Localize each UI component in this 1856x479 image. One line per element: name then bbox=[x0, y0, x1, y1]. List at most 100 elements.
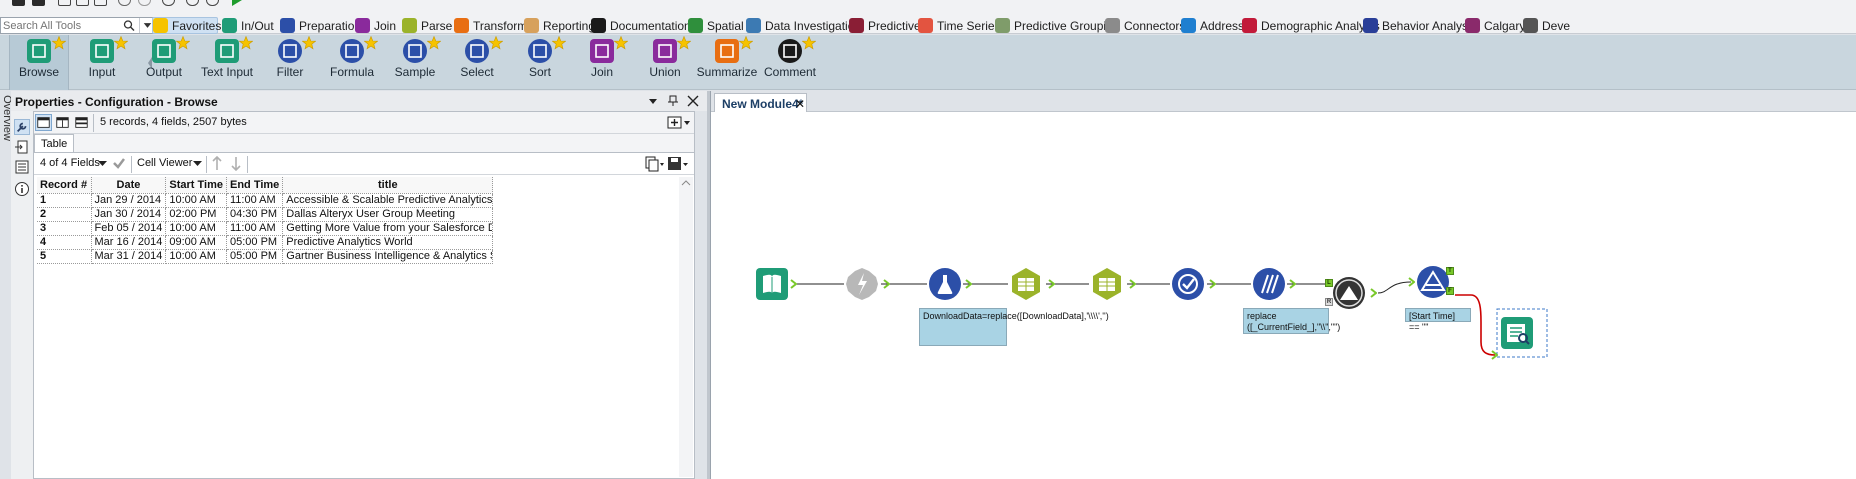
copy-icon[interactable] bbox=[76, 0, 89, 6]
tool-text-input[interactable]: Text Input bbox=[197, 35, 257, 90]
vertical-scrollbar[interactable] bbox=[679, 177, 693, 477]
category-connectors[interactable]: Connectors bbox=[1105, 17, 1185, 34]
input-anchor-icon[interactable] bbox=[1408, 277, 1415, 287]
apply-check-icon[interactable] bbox=[112, 156, 126, 170]
run-icon[interactable] bbox=[232, 0, 242, 6]
table-cell[interactable]: 02:00 PM bbox=[165, 207, 227, 222]
input-anchor-icon[interactable] bbox=[1491, 350, 1498, 360]
category-demographic-analysis[interactable]: Demographic Analysis bbox=[1242, 17, 1380, 34]
multi-field-formula-node[interactable] bbox=[1252, 267, 1286, 301]
category-documentation[interactable]: Documentation bbox=[591, 17, 691, 34]
tool-filter[interactable]: Filter bbox=[260, 35, 320, 90]
browse-node[interactable] bbox=[1500, 316, 1534, 350]
favorite-star-icon[interactable] bbox=[302, 36, 316, 50]
tool-browse[interactable]: Browse bbox=[9, 35, 69, 90]
output-anchor-icon[interactable] bbox=[1209, 279, 1216, 289]
category-reporting[interactable]: Reporting bbox=[524, 17, 595, 34]
table-cell[interactable]: Mar 16 / 2014 bbox=[91, 235, 167, 250]
filter-true-anchor[interactable]: T bbox=[1446, 267, 1454, 275]
column-header[interactable]: End Time bbox=[226, 177, 284, 194]
table-cell[interactable]: 05:00 PM bbox=[226, 249, 284, 264]
tool-comment[interactable]: Comment bbox=[760, 35, 820, 90]
favorite-star-icon[interactable] bbox=[802, 36, 816, 50]
tool-search[interactable] bbox=[0, 17, 155, 34]
table-cell[interactable]: 04:30 PM bbox=[226, 207, 284, 222]
category-join[interactable]: Join bbox=[355, 17, 397, 34]
column-header[interactable]: Record # bbox=[37, 177, 92, 194]
output-anchor-icon[interactable] bbox=[1129, 279, 1136, 289]
filter-annotation[interactable]: [Start Time] == "" bbox=[1405, 308, 1471, 332]
category-address[interactable]: Address bbox=[1181, 17, 1244, 34]
category-behavior-analysis[interactable]: Behavior Analysis bbox=[1363, 17, 1477, 34]
output-anchor-icon[interactable] bbox=[883, 279, 890, 289]
add-view-icon[interactable] bbox=[667, 116, 691, 130]
metainfo-icon[interactable] bbox=[14, 159, 30, 175]
table-cell[interactable]: Dallas Alteryx User Group Meeting bbox=[282, 207, 494, 222]
favorite-star-icon[interactable] bbox=[114, 36, 128, 50]
tool-output[interactable]: Output bbox=[134, 35, 194, 90]
tool-summarize[interactable]: Summarize bbox=[697, 35, 757, 90]
undo-icon[interactable] bbox=[118, 0, 131, 6]
save-data-icon[interactable] bbox=[667, 156, 689, 172]
category-time-series[interactable]: Time Series bbox=[918, 17, 1001, 34]
favorite-star-icon[interactable] bbox=[739, 36, 753, 50]
table-cell[interactable]: 10:00 AM bbox=[165, 193, 227, 208]
category-predictive[interactable]: Predictive bbox=[849, 17, 921, 34]
viewer-dropdown-icon[interactable] bbox=[193, 160, 202, 167]
table-cell[interactable]: Feb 05 / 2014 bbox=[91, 221, 167, 236]
favorite-star-icon[interactable] bbox=[552, 36, 566, 50]
copy-data-icon[interactable] bbox=[645, 156, 665, 172]
new-icon[interactable] bbox=[12, 0, 25, 6]
save-icon[interactable] bbox=[32, 0, 45, 6]
category-preparation[interactable]: Preparation bbox=[280, 17, 361, 34]
output-anchor-icon[interactable] bbox=[790, 279, 797, 289]
tool-input[interactable]: Input bbox=[72, 35, 132, 90]
join-node[interactable] bbox=[1332, 276, 1366, 310]
record-number[interactable]: 2 bbox=[37, 207, 92, 222]
output-anchor-icon[interactable] bbox=[965, 279, 972, 289]
viewer-selector[interactable]: Cell Viewer bbox=[137, 157, 192, 169]
split-vertical-icon[interactable] bbox=[73, 114, 90, 131]
close-tab-icon[interactable]: ✕ bbox=[795, 97, 805, 111]
pin-icon[interactable] bbox=[667, 95, 679, 107]
category-data-investigation[interactable]: Data Investigation bbox=[746, 17, 861, 34]
table-row[interactable]: 2 Jan 30 / 2014 02:00 PM 04:30 PM Dallas Alt… bbox=[37, 207, 494, 222]
table-cell[interactable]: Mar 31 / 2014 bbox=[91, 249, 167, 264]
close-icon[interactable] bbox=[687, 95, 699, 107]
table-cell[interactable]: Getting More Value from your Salesforce … bbox=[282, 221, 494, 236]
output-anchor-icon[interactable] bbox=[1048, 279, 1055, 289]
category-favorites[interactable]: Favorites bbox=[152, 17, 221, 34]
table-cell[interactable]: Accessible & Scalable Predictive Analyti… bbox=[282, 193, 494, 208]
input-node[interactable] bbox=[755, 267, 789, 301]
filter-node[interactable] bbox=[1416, 265, 1450, 299]
table-row[interactable]: 3 Feb 05 / 2014 10:00 AM 11:00 AM Getting Mo… bbox=[37, 221, 494, 236]
favorite-star-icon[interactable] bbox=[176, 36, 190, 50]
fields-selector[interactable]: 4 of 4 Fields bbox=[40, 157, 100, 169]
table-row[interactable]: 5 Mar 31 / 2014 10:00 AM 05:00 PM Gartner Bu… bbox=[37, 249, 494, 264]
category-spatial[interactable]: Spatial bbox=[688, 17, 744, 34]
column-header[interactable]: Start Time bbox=[165, 177, 227, 194]
table-row[interactable]: 4 Mar 16 / 2014 09:00 AM 05:00 PM Predictive… bbox=[37, 235, 494, 250]
zoom-in-icon[interactable] bbox=[186, 0, 199, 6]
output-anchor-icon[interactable] bbox=[1289, 279, 1296, 289]
category-predictive-grouping[interactable]: Predictive Grouping bbox=[995, 17, 1119, 34]
info-icon[interactable] bbox=[14, 181, 30, 197]
record-number[interactable]: 1 bbox=[37, 193, 92, 208]
refresh-icon[interactable] bbox=[162, 0, 175, 6]
filter-false-anchor[interactable]: F bbox=[1446, 287, 1454, 295]
favorite-star-icon[interactable] bbox=[489, 36, 503, 50]
category-deve[interactable]: Deve bbox=[1523, 17, 1570, 34]
category-parse[interactable]: Parse bbox=[402, 17, 452, 34]
favorite-star-icon[interactable] bbox=[427, 36, 441, 50]
favorite-star-icon[interactable] bbox=[52, 36, 66, 50]
panel-menu-icon[interactable] bbox=[647, 95, 659, 107]
table-cell[interactable]: 10:00 AM bbox=[165, 249, 227, 264]
zoom-out-icon[interactable] bbox=[206, 0, 219, 6]
paste-icon[interactable] bbox=[94, 0, 107, 6]
category-in-out[interactable]: In/Out bbox=[222, 17, 274, 34]
redo-icon[interactable] bbox=[138, 0, 151, 6]
tool-sort[interactable]: Sort bbox=[510, 35, 570, 90]
category-calgary[interactable]: Calgary bbox=[1465, 17, 1525, 34]
download-node[interactable] bbox=[845, 267, 879, 301]
tool-join[interactable]: Join bbox=[572, 35, 632, 90]
